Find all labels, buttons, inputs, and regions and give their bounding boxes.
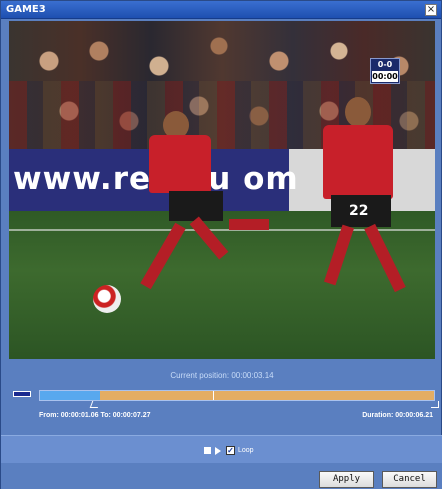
video-player-right: 22	[309, 97, 419, 317]
selection-end-handle[interactable]	[431, 401, 439, 408]
loop-label: Loop	[238, 447, 254, 454]
video-frame[interactable]: www.restau om 0-0 00:00 22	[9, 21, 435, 359]
cancel-button[interactable]: Cancel	[382, 471, 437, 488]
playback-controls	[1, 435, 442, 463]
match-clock: 00:00	[372, 71, 398, 82]
playhead[interactable]	[213, 391, 214, 400]
score-text: 0-0	[377, 60, 393, 69]
button-bar	[1, 463, 442, 489]
stop-icon[interactable]	[204, 447, 211, 454]
play-icon[interactable]	[215, 447, 221, 455]
dialog-window: GAME3 × www.restau om 0-0 00:00 22 Curre…	[0, 0, 442, 489]
timeline-before-selection	[40, 391, 100, 400]
title-bar[interactable]: GAME3 ×	[1, 1, 441, 19]
video-ball	[93, 285, 121, 313]
score-overlay: 0-0 00:00	[370, 58, 400, 84]
apply-button[interactable]: Apply	[319, 471, 374, 488]
close-icon[interactable]: ×	[425, 4, 437, 16]
timeline-icon	[13, 391, 31, 397]
duration-label: Duration: 00:00:06.21	[362, 412, 433, 419]
loop-checkbox[interactable]: ✓	[226, 446, 235, 455]
current-position-label: Current position: 00:00:03.14	[170, 371, 274, 380]
shirt-number: 22	[349, 203, 369, 219]
window-title: GAME3	[6, 4, 46, 15]
timeline-track[interactable]	[39, 390, 435, 401]
selection-range-label: From: 00:00:01.06 To: 00:00:07.27	[39, 412, 151, 419]
selection-start-handle[interactable]	[89, 401, 101, 408]
video-player-left	[129, 111, 269, 311]
